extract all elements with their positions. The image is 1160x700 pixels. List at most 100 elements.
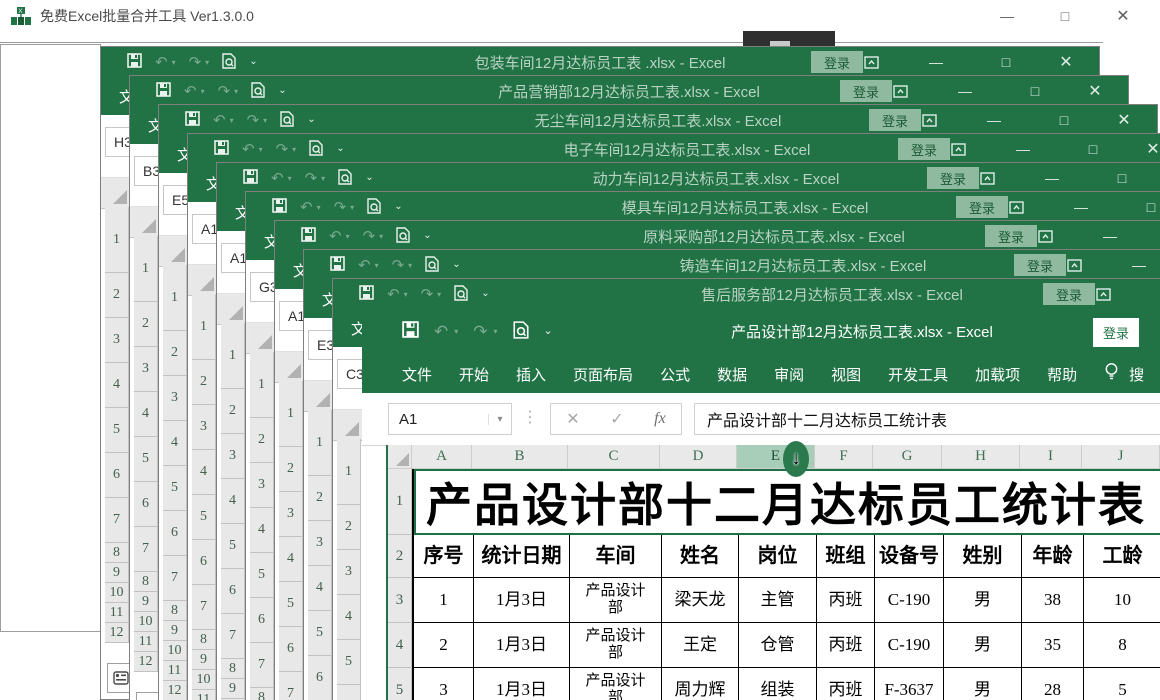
select-all-corner[interactable] <box>192 267 216 293</box>
customize-qat-icon[interactable]: ⌄ <box>336 144 344 154</box>
row-header[interactable]: 1 <box>279 381 303 447</box>
row-header[interactable]: 5 <box>308 611 332 656</box>
tell-me-lightbulb-icon[interactable] <box>1104 362 1119 386</box>
row-header[interactable]: 11 <box>163 661 187 681</box>
redo-icon[interactable]: ↷ <box>247 113 260 128</box>
row-header[interactable]: 3 <box>337 550 361 595</box>
column-header-A[interactable]: A <box>412 445 472 469</box>
ribbon-display-options-icon[interactable] <box>1015 230 1075 243</box>
data-cell-r4c7[interactable]: C-190 <box>875 623 944 668</box>
save-icon[interactable] <box>156 82 171 100</box>
data-cell-r5c8[interactable]: 男 <box>944 668 1022 700</box>
name-box-dropdown-icon[interactable]: ▾ <box>488 414 511 425</box>
customize-qat-icon[interactable]: ⌄ <box>423 231 431 241</box>
insert-function-icon[interactable]: fx <box>654 410 666 428</box>
redo-dropdown-icon[interactable]: ▾ <box>234 87 238 96</box>
undo-icon[interactable]: ↶ <box>271 171 284 186</box>
data-cell-r4c1[interactable]: 2 <box>414 623 474 668</box>
row-header[interactable]: 2 <box>221 389 245 434</box>
save-icon[interactable] <box>214 140 229 158</box>
maximize-button[interactable]: □ <box>1029 112 1099 128</box>
row-header[interactable]: 1 <box>105 207 129 273</box>
row-header[interactable]: 4 <box>105 363 129 408</box>
redo-dropdown-icon[interactable]: ▾ <box>263 116 267 125</box>
sheet-title-cell[interactable]: 产品设计部十二月达标员工统计表 <box>414 469 1160 535</box>
data-cell-r4c3[interactable]: 产品设计部 <box>570 623 662 668</box>
row-header[interactable]: 11 <box>105 603 129 623</box>
close-button[interactable]: ✕ <box>1099 110 1149 130</box>
row-header[interactable]: 7 <box>134 527 158 572</box>
excel-titlebar[interactable]: ↶▾ ↷▾ ⌄ 电子车间12月达标员工表.xlsx - Excel 登录 — □… <box>188 134 1160 164</box>
print-preview-icon[interactable] <box>338 169 352 188</box>
row-header[interactable]: 3 <box>221 434 245 479</box>
data-cell-r5c5[interactable]: 组装 <box>739 668 817 700</box>
row-header[interactable]: 7 <box>250 643 274 688</box>
data-cell-r3c4[interactable]: 梁天龙 <box>662 578 739 623</box>
row-header[interactable]: 4 <box>163 421 187 466</box>
redo-dropdown-icon[interactable]: ▾ <box>408 261 412 270</box>
row-header-1[interactable]: 1 <box>388 469 412 535</box>
select-all-corner[interactable] <box>308 383 332 409</box>
print-preview-icon[interactable] <box>454 285 468 304</box>
column-header-I[interactable]: I <box>1020 445 1082 469</box>
select-all-corner[interactable] <box>105 180 129 206</box>
undo-icon[interactable]: ↶ <box>300 200 313 215</box>
row-header[interactable]: 3 <box>250 463 274 508</box>
data-cell-r3c5[interactable]: 主管 <box>739 578 817 623</box>
row-header[interactable]: 4 <box>337 595 361 640</box>
select-all-corner[interactable] <box>388 445 412 469</box>
row-header[interactable]: 5 <box>134 437 158 482</box>
row-header[interactable]: 6 <box>163 511 187 556</box>
save-icon[interactable] <box>272 198 287 216</box>
data-cell-r5c7[interactable]: F-3637 <box>875 668 944 700</box>
row-header[interactable]: 8 <box>163 601 187 621</box>
undo-icon[interactable]: ↶ <box>213 113 226 128</box>
row-header[interactable]: 11 <box>192 690 216 700</box>
minimize-button[interactable]: — <box>988 141 1058 157</box>
row-header[interactable]: 1 <box>221 323 245 389</box>
excel-titlebar[interactable]: ↶▾ ↷▾ ⌄ 原料采购部12月达标员工表.xlsx - Excel 登录 — … <box>275 221 1160 251</box>
undo-dropdown-icon[interactable]: ▾ <box>375 261 379 270</box>
row-header-4[interactable]: 4 <box>388 623 412 668</box>
maximize-button[interactable]: □ <box>1000 83 1070 99</box>
maximize-button[interactable]: □ <box>971 54 1041 70</box>
row-header[interactable]: 5 <box>221 524 245 569</box>
column-header-J[interactable]: J <box>1082 445 1160 469</box>
header-cell-10[interactable]: 工龄 <box>1084 535 1160 578</box>
undo-dropdown-icon[interactable]: ▾ <box>230 116 234 125</box>
customize-qat-icon[interactable]: ⌄ <box>394 202 402 212</box>
print-preview-icon[interactable] <box>309 140 323 159</box>
redo-icon[interactable]: ↷ <box>421 287 434 302</box>
row-header[interactable]: 4 <box>279 537 303 582</box>
select-all-corner[interactable] <box>337 412 361 438</box>
data-cell-r3c2[interactable]: 1月3日 <box>474 578 570 623</box>
minimize-button[interactable]: — <box>1075 228 1145 244</box>
column-header-F[interactable]: F <box>815 445 873 469</box>
data-cell-r5c10[interactable]: 5 <box>1084 668 1160 700</box>
save-icon[interactable] <box>185 111 200 129</box>
data-cell-r5c6[interactable]: 丙班 <box>817 668 875 700</box>
customize-qat-icon[interactable]: ⌄ <box>452 260 460 270</box>
row-header[interactable]: 3 <box>308 521 332 566</box>
data-cell-r4c5[interactable]: 仓管 <box>739 623 817 668</box>
column-header-H[interactable]: H <box>942 445 1020 469</box>
ribbon-display-options-icon[interactable] <box>899 114 959 127</box>
redo-dropdown-icon[interactable]: ▾ <box>350 203 354 212</box>
excel-titlebar[interactable]: ↶▾ ↷▾ ⌄ 动力车间12月达标员工表.xlsx - Excel 登录 — □… <box>217 163 1160 193</box>
select-all-corner[interactable] <box>250 325 274 351</box>
redo-icon[interactable]: ↷ <box>218 84 231 99</box>
row-header[interactable]: 6 <box>337 685 361 700</box>
excel-titlebar[interactable]: ↶▾ ↷▾ ⌄ 产品营销部12月达标员工表.xlsx - Excel 登录 — … <box>130 76 1128 106</box>
row-header[interactable]: 9 <box>192 650 216 670</box>
row-header[interactable]: 6 <box>134 482 158 527</box>
row-header[interactable]: 7 <box>105 498 129 543</box>
row-header[interactable]: 3 <box>163 376 187 421</box>
data-cell-r4c9[interactable]: 35 <box>1022 623 1084 668</box>
close-button[interactable]: ✕ <box>1128 139 1160 159</box>
data-cell-r3c6[interactable]: 丙班 <box>817 578 875 623</box>
row-header-2[interactable]: 2 <box>388 535 412 578</box>
header-cell-4[interactable]: 姓名 <box>662 535 739 578</box>
save-icon[interactable] <box>359 285 374 303</box>
save-icon[interactable] <box>301 227 316 245</box>
undo-dropdown-icon[interactable]: ▾ <box>454 327 458 336</box>
